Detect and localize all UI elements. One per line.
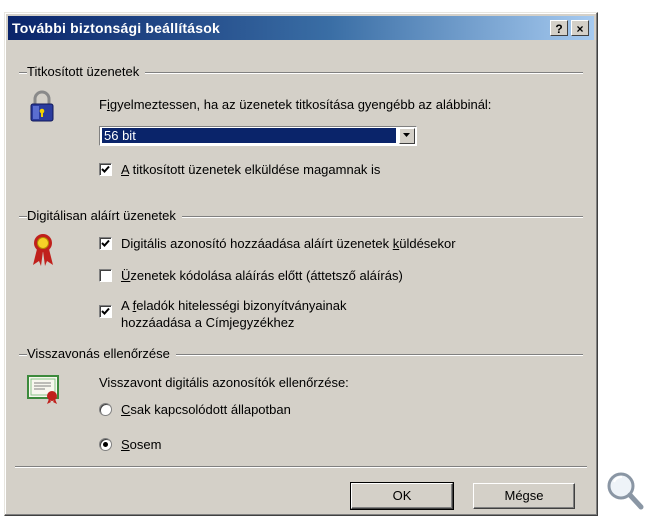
security-settings-dialog: További biztonsági beállítások ? × Titko… [4,12,598,516]
close-button[interactable]: × [571,20,589,36]
certificate-icon [27,375,59,404]
window-title: További biztonsági beállítások [12,20,220,36]
cancel-button[interactable]: Mégse [473,483,575,509]
help-button[interactable]: ? [550,20,568,36]
padlock-icon [30,90,54,122]
online-only-label: Csak kapcsolódott állapotban [121,402,291,417]
checkmark-icon [101,307,110,315]
checkmark-icon [101,239,110,247]
encryption-strength-select[interactable]: 56 bit [99,126,417,146]
ok-button[interactable]: OK [350,482,454,510]
magnifier-icon[interactable] [605,470,645,514]
add-sender-certs-label-line2: hozzáadása a Címjegyzékhez [121,315,295,330]
add-sender-certs-checkbox[interactable] [99,305,112,318]
revocation-description: Visszavont digitális azonosítók ellenőrz… [99,375,349,390]
title-bar[interactable]: További biztonsági beállítások ? × [8,16,594,40]
add-digital-id-label: Digitális azonosító hozzáadása aláírt üz… [121,236,456,251]
send-to-self-label: A titkosított üzenetek elküldése magamna… [121,162,381,177]
encrypted-group-label: Titkosított üzenetek [27,64,146,79]
add-digital-id-checkbox[interactable] [99,237,112,250]
dropdown-arrow-button[interactable] [399,128,415,144]
online-only-radio[interactable] [99,403,112,416]
revocation-group-label: Visszavonás ellenőrzése [27,346,176,361]
never-radio[interactable] [99,438,112,451]
award-ribbon-icon [33,234,53,266]
encode-before-sign-label: Üzenetek kódolása aláírás előtt (áttetsz… [121,268,403,283]
signed-group-label: Digitálisan aláírt üzenetek [27,208,182,223]
radio-selected-dot [103,442,108,447]
encryption-strength-value: 56 bit [102,128,396,143]
encode-before-sign-checkbox[interactable] [99,269,112,282]
bottom-separator [15,466,587,468]
checkmark-icon [101,165,110,173]
chevron-down-icon [403,133,410,137]
warning-label: Figyelmeztessen, ha az üzenetek titkosít… [99,97,492,112]
send-to-self-checkbox[interactable] [99,163,112,176]
add-sender-certs-label-line1: A feladók hitelességi bizonyítványainak [121,298,347,313]
never-label: Sosem [121,437,162,452]
